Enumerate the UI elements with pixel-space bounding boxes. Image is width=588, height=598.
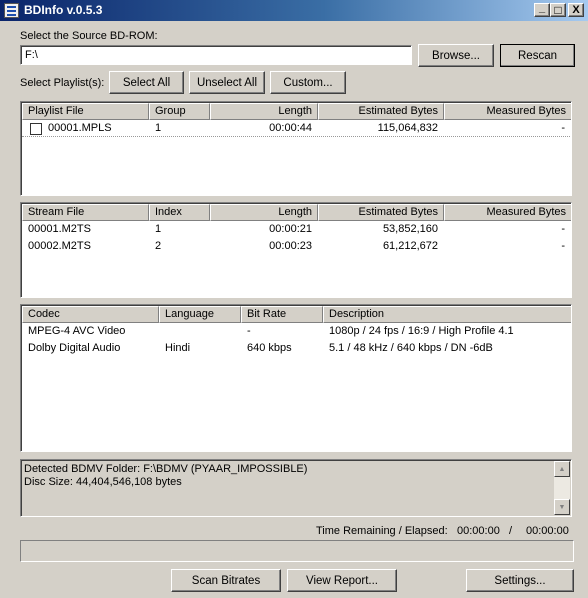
- stream-file-cell: 00002.M2TS: [28, 240, 91, 252]
- column-measured-bytes[interactable]: Measured Bytes: [444, 103, 571, 120]
- codec-list-header: Codec Language Bit Rate Description: [22, 306, 571, 323]
- maximize-button[interactable]: □: [550, 3, 566, 17]
- scroll-down-arrow-icon[interactable]: ▼: [554, 499, 570, 515]
- column-length[interactable]: Length: [210, 103, 318, 120]
- playlist-group-cell: 1: [155, 122, 162, 134]
- column-group[interactable]: Group: [149, 103, 210, 120]
- log-scrollbar[interactable]: ▲ ▼: [554, 461, 570, 515]
- minimize-button[interactable]: _: [534, 1, 550, 17]
- unselect-all-button[interactable]: Unselect All: [189, 71, 265, 94]
- stream-row[interactable]: 00001.M2TS 1 00:00:21 53,852,160 -: [22, 221, 570, 238]
- window-title: BDInfo v.0.5.3: [24, 3, 103, 17]
- app-icon: [4, 3, 19, 18]
- stream-estimated-cell: 53,852,160: [382, 223, 438, 235]
- rescan-button[interactable]: Rescan: [500, 44, 575, 67]
- select-all-button[interactable]: Select All: [109, 71, 184, 94]
- time-elapsed-value: 00:00:00: [526, 525, 569, 537]
- column-stream-file[interactable]: Stream File: [22, 204, 149, 221]
- settings-button[interactable]: Settings...: [466, 569, 574, 592]
- scroll-up-arrow-icon[interactable]: ▲: [554, 461, 570, 477]
- stream-measured-cell: -: [561, 223, 565, 235]
- codec-list[interactable]: Codec Language Bit Rate Description MPEG…: [20, 304, 572, 452]
- codec-description-cell: 1080p / 24 fps / 16:9 / High Profile 4.1: [329, 325, 514, 337]
- playlist-list-header: Playlist File Group Length Estimated Byt…: [22, 103, 571, 120]
- codec-bitrate-cell: -: [247, 325, 251, 337]
- log-output[interactable]: Detected BDMV Folder: F:\BDMV (PYAAR_IMP…: [20, 459, 572, 517]
- column-estimated-bytes[interactable]: Estimated Bytes: [318, 103, 444, 120]
- maximize-icon: □: [554, 3, 562, 17]
- column-playlist-file[interactable]: Playlist File: [22, 103, 149, 120]
- codec-name-cell: Dolby Digital Audio: [28, 342, 121, 354]
- source-label: Select the Source BD-ROM:: [20, 30, 158, 42]
- browse-button[interactable]: Browse...: [418, 44, 494, 67]
- playlist-file-cell: 00001.MPLS: [48, 122, 112, 134]
- column-index[interactable]: Index: [149, 204, 210, 221]
- codec-language-cell: Hindi: [165, 342, 191, 354]
- column-codec[interactable]: Codec: [22, 306, 159, 323]
- playlist-select-label: Select Playlist(s):: [20, 77, 105, 89]
- time-separator: /: [509, 525, 513, 537]
- stream-list[interactable]: Stream File Index Length Estimated Bytes…: [20, 202, 572, 298]
- source-path-input[interactable]: [20, 45, 412, 65]
- codec-bitrate-cell: 640 kbps: [247, 342, 292, 354]
- time-remaining-value: 00:00:00: [457, 525, 500, 537]
- title-bar: BDInfo v.0.5.3 _ □ X: [0, 0, 588, 21]
- stream-index-cell: 1: [155, 223, 162, 235]
- log-line: Disc Size: 44,404,546,108 bytes: [24, 476, 182, 488]
- column-length[interactable]: Length: [210, 204, 318, 221]
- playlist-list[interactable]: Playlist File Group Length Estimated Byt…: [20, 101, 572, 196]
- codec-row[interactable]: MPEG-4 AVC Video - 1080p / 24 fps / 16:9…: [22, 323, 570, 340]
- codec-description-cell: 5.1 / 48 kHz / 640 kbps / DN -6dB: [329, 342, 493, 354]
- column-language[interactable]: Language: [159, 306, 241, 323]
- view-report-button[interactable]: View Report...: [287, 569, 397, 592]
- stream-measured-cell: -: [561, 240, 565, 252]
- scan-progress-bar: [20, 540, 574, 562]
- codec-name-cell: MPEG-4 AVC Video: [28, 325, 126, 337]
- codec-row[interactable]: Dolby Digital Audio Hindi 640 kbps 5.1 /…: [22, 340, 570, 357]
- scan-bitrates-button[interactable]: Scan Bitrates: [171, 569, 281, 592]
- bdinfo-window: BDInfo v.0.5.3 _ □ X Select the Source B…: [0, 0, 588, 598]
- custom-button[interactable]: Custom...: [270, 71, 346, 94]
- column-measured-bytes[interactable]: Measured Bytes: [444, 204, 571, 221]
- close-button[interactable]: X: [568, 3, 584, 17]
- stream-list-header: Stream File Index Length Estimated Bytes…: [22, 204, 571, 221]
- playlist-measured-cell: -: [561, 122, 565, 134]
- minimize-icon: _: [538, 1, 546, 14]
- column-estimated-bytes[interactable]: Estimated Bytes: [318, 204, 444, 221]
- close-icon: X: [572, 3, 580, 16]
- stream-length-cell: 00:00:21: [269, 223, 312, 235]
- playlist-estimated-cell: 115,064,832: [377, 122, 438, 134]
- playlist-row[interactable]: 00001.MPLS 1 00:00:44 115,064,832 -: [22, 120, 570, 137]
- column-description[interactable]: Description: [323, 306, 571, 323]
- stream-length-cell: 00:00:23: [269, 240, 312, 252]
- stream-estimated-cell: 61,212,672: [382, 240, 438, 252]
- playlist-length-cell: 00:00:44: [269, 122, 312, 134]
- playlist-row-checkbox[interactable]: [30, 123, 42, 135]
- stream-file-cell: 00001.M2TS: [28, 223, 91, 235]
- time-label: Time Remaining / Elapsed:: [316, 525, 448, 537]
- stream-index-cell: 2: [155, 240, 162, 252]
- column-bit-rate[interactable]: Bit Rate: [241, 306, 323, 323]
- stream-row[interactable]: 00002.M2TS 2 00:00:23 61,212,672 -: [22, 238, 570, 255]
- log-line: Detected BDMV Folder: F:\BDMV (PYAAR_IMP…: [24, 463, 308, 475]
